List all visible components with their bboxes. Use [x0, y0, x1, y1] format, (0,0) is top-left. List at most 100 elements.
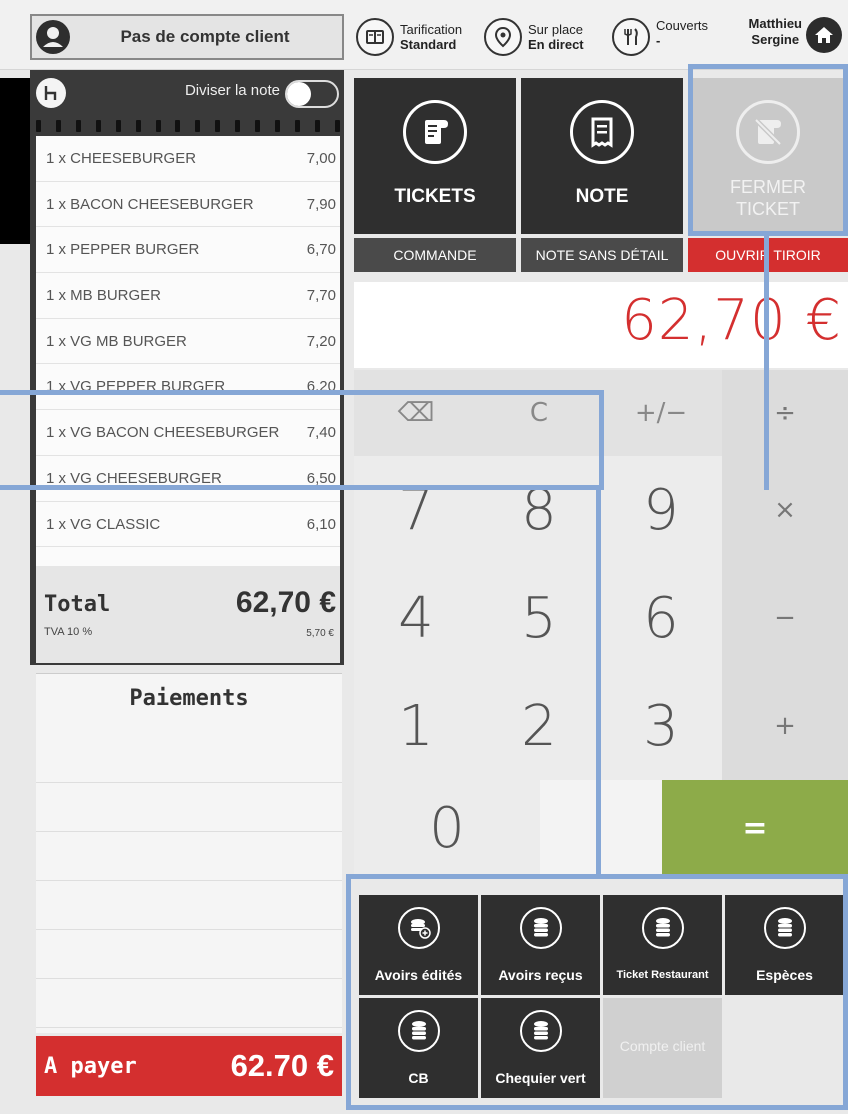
- key-1[interactable]: 1: [354, 672, 478, 780]
- highlight-close-ticket: [688, 64, 848, 236]
- receipt-item-price: 7,00: [306, 150, 336, 167]
- note-label: NOTE: [575, 186, 629, 207]
- perforation-notch: [195, 120, 201, 132]
- plus-minus-key[interactable]: +/−: [600, 370, 722, 456]
- couverts-selector[interactable]: Couverts -: [612, 14, 708, 60]
- client-account-label: Pas de compte client: [120, 27, 290, 46]
- service-label: Sur place: [528, 22, 583, 37]
- receipt-panel: Diviser la note 1 x CHEESEBURGER 7,00 1 x …: [30, 70, 344, 665]
- divide-key[interactable]: ÷: [722, 370, 848, 456]
- key-9[interactable]: 9: [600, 456, 722, 564]
- receipt-item-row[interactable]: 1 x VG CLASSIC 6,10: [36, 502, 340, 548]
- receipt-item-price: 6,70: [306, 241, 336, 259]
- perforation-notch: [95, 120, 101, 132]
- key-5[interactable]: 5: [478, 564, 600, 672]
- amount-display-value: 62,70 €: [621, 288, 842, 353]
- user-first-name: Matthieu: [748, 16, 802, 31]
- receipt-item-row[interactable]: 1 x VG MB BURGER 7,20: [36, 319, 340, 365]
- receipt-item-text: 1 x CHEESEBURGER: [46, 150, 197, 167]
- perforation-notch: [215, 120, 221, 132]
- split-note-icon[interactable]: [36, 78, 66, 108]
- service-mode-selector[interactable]: Sur place En direct: [484, 14, 584, 60]
- commande-button[interactable]: COMMANDE: [354, 238, 516, 272]
- key-0[interactable]: 0: [354, 780, 540, 876]
- tarification-selector[interactable]: Tarification Standard: [356, 14, 462, 60]
- payment-line: [36, 881, 342, 930]
- client-account-button[interactable]: Pas de compte client: [30, 14, 344, 60]
- equals-key[interactable]: =: [662, 780, 848, 876]
- perforation-notch: [75, 120, 81, 132]
- receipt-item-text: 1 x MB BURGER: [46, 287, 162, 305]
- receipt-item-text: 1 x BACON CHEESEBURGER: [46, 195, 254, 213]
- highlight-keypad-row: [0, 390, 604, 490]
- split-note-toggle[interactable]: [285, 80, 339, 108]
- receipt-item-row[interactable]: 1 x BACON CHEESEBURGER 7,90: [36, 182, 340, 228]
- amount-due-bar: A payer 62.70 €: [36, 1036, 342, 1096]
- highlight-connector-payments: [596, 486, 601, 878]
- couverts-label: Couverts: [656, 18, 709, 33]
- perforation-notch: [235, 120, 241, 132]
- receipt-item-row[interactable]: 1 x MB BURGER 7,70: [36, 273, 340, 319]
- couverts-value: -: [656, 33, 661, 48]
- receipt-item-row[interactable]: 1 x CHEESEBURGER 7,00: [36, 136, 340, 182]
- perforation-notch: [115, 120, 121, 132]
- highlight-connector-vertical: [764, 232, 772, 490]
- receipt-header: Diviser la note: [30, 70, 344, 120]
- multiply-key[interactable]: ×: [722, 456, 848, 564]
- tva-label: TVA 10 %: [44, 626, 93, 638]
- payment-line: [36, 979, 342, 1028]
- keypad-blank: [540, 780, 662, 876]
- tarification-value: Standard: [400, 37, 457, 52]
- tva-value: 5,70 €: [306, 628, 334, 639]
- tarification-label: Tarification: [400, 22, 463, 37]
- perforation-notch: [175, 120, 181, 132]
- payment-line: [36, 930, 342, 979]
- user-last-name: Sergine: [751, 32, 800, 47]
- perforation-notch: [314, 120, 320, 132]
- key-3[interactable]: 3: [600, 672, 722, 780]
- perforation-notch: [36, 120, 41, 132]
- user-name[interactable]: Matthieu Sergine: [749, 16, 802, 48]
- key-2[interactable]: 2: [478, 672, 600, 780]
- tickets-button[interactable]: TICKETS: [354, 78, 516, 234]
- perforation-notch: [255, 120, 261, 132]
- top-bar: Pas de compte client Tarification Standar…: [0, 0, 848, 70]
- key-4[interactable]: 4: [354, 564, 478, 672]
- receipt-item-price: 6,10: [306, 515, 336, 533]
- bill-icon: [570, 100, 634, 164]
- side-strip: [0, 78, 30, 244]
- perforation-notch: [55, 120, 61, 132]
- perforation-notch: [155, 120, 161, 132]
- note-button[interactable]: NOTE: [521, 78, 683, 234]
- receipt-item-price: 7,90: [306, 195, 336, 213]
- key-6[interactable]: 6: [600, 564, 722, 672]
- plus-key[interactable]: +: [722, 672, 848, 780]
- amount-due-label: A payer: [44, 1054, 137, 1079]
- minus-key[interactable]: −: [722, 564, 848, 672]
- tickets-label: TICKETS: [394, 186, 476, 207]
- receipt-item-row[interactable]: 1 x PEPPER BURGER 6,70: [36, 227, 340, 274]
- payment-line: [36, 734, 342, 783]
- home-icon[interactable]: [806, 17, 842, 53]
- split-note-label: Diviser la note: [184, 82, 280, 99]
- amount-display: 62,70 €: [354, 282, 848, 368]
- perforation-notch: [334, 120, 340, 132]
- perforation-notch: [275, 120, 281, 132]
- user-icon: [36, 20, 70, 54]
- service-value: En direct: [528, 37, 584, 52]
- total-label: Total: [44, 592, 111, 617]
- payments-title: Paiements: [129, 686, 249, 711]
- payment-line: [36, 783, 342, 832]
- note-sans-detail-button[interactable]: NOTE SANS DÉTAIL: [521, 238, 683, 272]
- payments-panel: Paiements: [36, 673, 342, 1033]
- perforation-notch: [135, 120, 141, 132]
- location-pin-icon: [484, 18, 522, 56]
- perforation-notch: [294, 120, 300, 132]
- receipt-item-price: 7,70: [306, 287, 336, 305]
- receipt-item-text: 1 x VG MB BURGER: [46, 332, 187, 350]
- payment-line: [36, 832, 342, 881]
- amount-due-value: 62.70 €: [230, 1048, 334, 1083]
- receipt-item-price: 7,20: [306, 332, 336, 350]
- receipt-item-text: 1 x VG CLASSIC: [46, 515, 161, 533]
- receipt-item-text: 1 x PEPPER BURGER: [46, 241, 200, 259]
